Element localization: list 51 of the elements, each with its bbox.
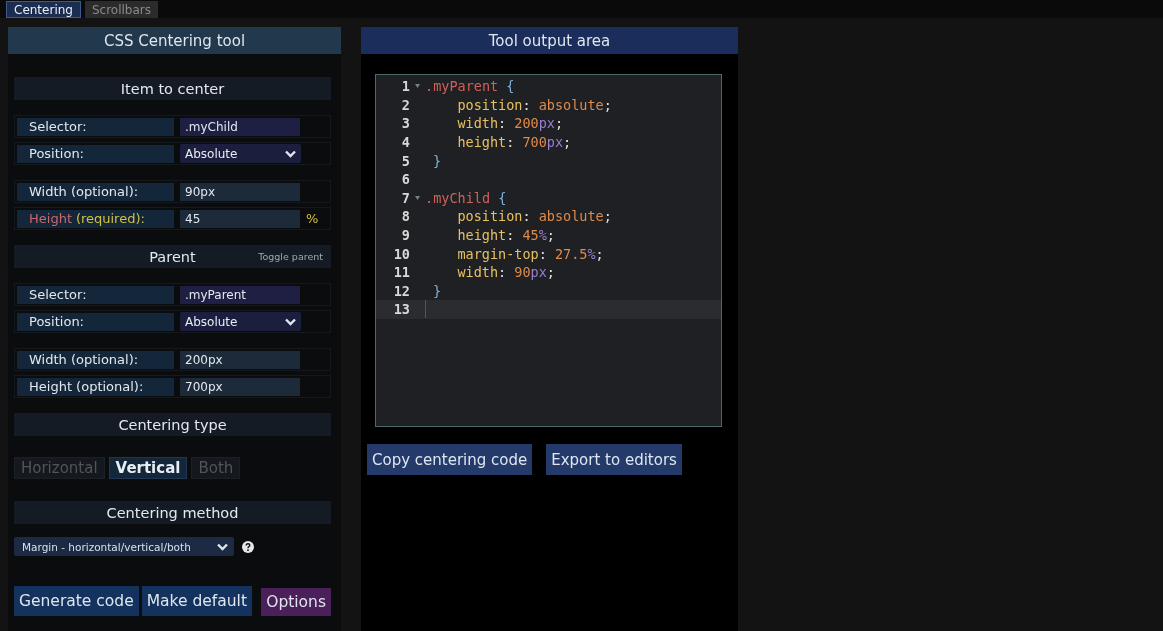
line-number: 7 [400,189,410,206]
line-number: 13 [392,301,410,318]
chevron-icon [217,542,228,551]
code-line: height: 45%; [456,227,555,244]
section-title: Centering type [118,416,227,433]
position-dropdown[interactable]: Absolute [180,144,301,163]
fold-icon[interactable] [415,84,420,89]
line-number: 3 [400,115,410,132]
code-line: position: absolute; [456,96,612,113]
fold-icon[interactable] [415,195,420,200]
code-line: width: 200px; [456,115,564,132]
code-line: .myParent { [425,78,515,95]
section-title: Item to center [120,80,225,97]
text-cursor [425,300,426,319]
line-number: 5 [400,152,410,169]
field-label: Position: [17,144,174,163]
position-dropdown[interactable]: Absolute [180,312,301,331]
section-title: Centering method [106,504,239,521]
line-number: 6 [400,171,410,188]
toggle-link[interactable]: Toggle parent [258,251,323,262]
line-number: 2 [400,96,410,113]
tab[interactable]: Centering [6,1,81,18]
chevron-icon [285,317,296,326]
method-dropdown[interactable]: Margin - horizontal/vertical/both [14,537,234,556]
code-line: .myChild { [425,189,507,206]
code-line: margin-top: 27.5%; [456,245,604,262]
panel-title: CSS Centering tool [8,27,341,54]
action-button[interactable]: Make default [141,586,252,616]
code-line: } [432,152,442,169]
line-number: 8 [400,208,410,225]
line-number: 1 [400,78,410,95]
code-line: width: 90px; [456,264,555,281]
action-button[interactable]: Generate code [14,586,139,616]
action-button[interactable]: Copy centering code [367,444,533,475]
panel-title: Tool output area [361,27,738,54]
tab[interactable]: Scrollbars [84,1,158,18]
centering-type-toggle[interactable]: Vertical [108,457,188,479]
section-title: Parent [149,248,196,265]
action-button[interactable]: Export to editors [546,444,682,475]
line-number: 4 [400,134,410,151]
code-line: } [432,282,442,299]
line-number: 11 [392,264,410,281]
code-line: position: absolute; [456,208,612,225]
action-button[interactable]: Options [261,588,331,616]
line-number: 10 [392,245,410,262]
field-label: Position: [17,312,174,331]
line-number: 12 [392,282,410,299]
code-line: height: 700px; [456,134,572,151]
line-number: 9 [400,227,410,244]
help-icon[interactable] [242,540,254,553]
chevron-icon [285,149,296,158]
